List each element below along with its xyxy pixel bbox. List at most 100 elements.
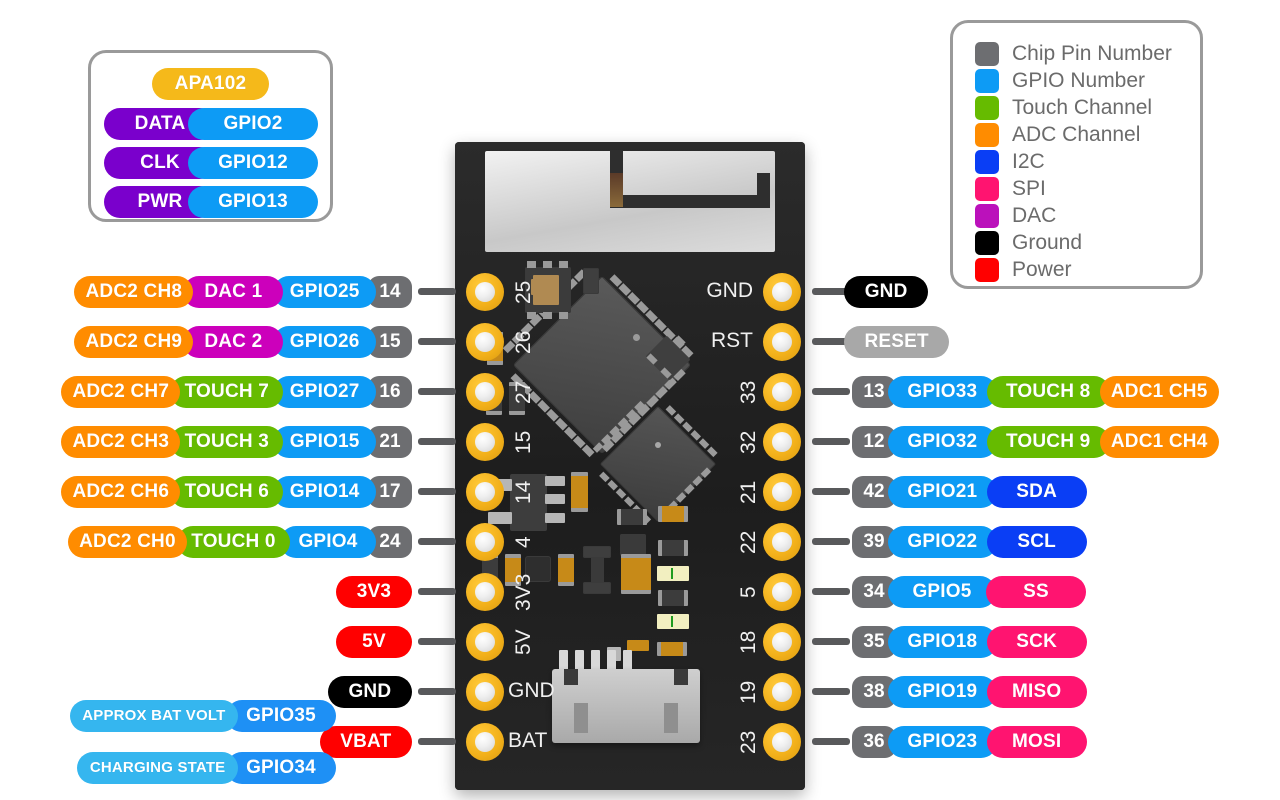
apa102-gpio-gpio13: GPIO13: [188, 186, 318, 218]
func-scl: SCL: [986, 526, 1087, 558]
pad-left-GND[interactable]: [466, 673, 504, 711]
legend-label: Power: [1012, 258, 1072, 281]
pad-right-21[interactable]: [763, 473, 801, 511]
pad-right-32[interactable]: [763, 423, 801, 461]
label-power-vbat: VBAT: [319, 726, 412, 758]
lead-left-7: [418, 638, 456, 645]
lead-left-5: [418, 538, 456, 545]
gpio-gpio33: GPIO33: [888, 376, 997, 408]
pad-left-4[interactable]: [466, 523, 504, 561]
silk-right-5: 5: [737, 586, 760, 598]
silk-left-3V3: 3V3: [512, 573, 535, 611]
func-touch-7: TOUCH 7: [170, 376, 284, 408]
label-power-5v: 5V: [336, 626, 412, 658]
func-touch-9: TOUCH 9: [986, 426, 1110, 458]
gpio-gpio27: GPIO27: [273, 376, 376, 408]
adc-adc2-ch6: ADC2 CH6: [61, 476, 181, 508]
gpio-gpio4: GPIO4: [280, 526, 376, 558]
silk-right-RST: RST: [711, 329, 753, 352]
adc-adc2-ch9: ADC2 CH9: [74, 326, 194, 358]
pad-left-BAT[interactable]: [466, 723, 504, 761]
pad-right-18[interactable]: [763, 623, 801, 661]
silk-left-14: 14: [512, 480, 535, 504]
legend-item-ground: Ground: [975, 230, 1082, 256]
lead-right-9: [812, 738, 850, 745]
pad-right-RST[interactable]: [763, 323, 801, 361]
lead-left-3: [418, 438, 456, 445]
label-reset: RESET: [844, 326, 950, 358]
pad-right-19[interactable]: [763, 673, 801, 711]
pad-left-27[interactable]: [466, 373, 504, 411]
silk-right-22: 22: [737, 530, 760, 554]
silk-left-4: 4: [512, 536, 535, 548]
legend-swatch-spi: [975, 177, 999, 201]
gpio-gpio21: GPIO21: [888, 476, 997, 508]
battery-gpio-gpio35: GPIO35: [226, 700, 336, 732]
func-sck: SCK: [986, 626, 1087, 658]
silk-right-18: 18: [737, 630, 760, 654]
silk-left-27: 27: [512, 380, 535, 404]
lead-right-4: [812, 488, 850, 495]
adc-adc1-ch4: ADC1 CH4: [1099, 426, 1219, 458]
legend-item-dac: DAC: [975, 203, 1056, 229]
legend-swatch-power: [975, 258, 999, 282]
func-mosi: MOSI: [986, 726, 1087, 758]
func-touch-8: TOUCH 8: [986, 376, 1110, 408]
apa102-gpio-gpio12: GPIO12: [188, 147, 318, 179]
legend-label: SPI: [1012, 177, 1046, 200]
apa102-title: APA102: [151, 68, 270, 100]
lead-left-1: [418, 338, 456, 345]
battery-desc-top: APPROX BAT VOLT: [69, 700, 238, 732]
lead-right-6: [812, 588, 850, 595]
silk-right-19: 19: [737, 680, 760, 704]
adc-adc2-ch7: ADC2 CH7: [61, 376, 181, 408]
adc-adc2-ch0: ADC2 CH0: [67, 526, 187, 558]
func-touch-0: TOUCH 0: [176, 526, 290, 558]
gpio-gpio18: GPIO18: [888, 626, 997, 658]
lead-right-8: [812, 688, 850, 695]
battery-desc-bottom: CHARGING STATE: [77, 752, 238, 784]
pad-left-3V3[interactable]: [466, 573, 504, 611]
pad-left-5V[interactable]: [466, 623, 504, 661]
pad-left-14[interactable]: [466, 473, 504, 511]
silk-right-GND: GND: [706, 279, 753, 302]
silk-left-BAT: BAT: [508, 729, 548, 752]
gpio-gpio32: GPIO32: [888, 426, 997, 458]
pinout-diagram: APA102 DATA GPIO2 CLK GPIO12 PWR GPIO13 Chip P…: [0, 0, 1280, 800]
silk-right-33: 33: [737, 380, 760, 404]
silk-right-21: 21: [737, 480, 760, 504]
gpio-gpio26: GPIO26: [273, 326, 376, 358]
micro-usb-connector[interactable]: [552, 669, 700, 743]
lead-right-2: [812, 388, 850, 395]
func-dac-1: DAC 1: [183, 276, 284, 308]
lead-left-6: [418, 588, 456, 595]
lead-right-7: [812, 638, 850, 645]
legend-label: Ground: [1012, 231, 1083, 254]
func-miso: MISO: [986, 676, 1087, 708]
legend-label: ADC Channel: [1012, 123, 1141, 146]
esp32-board: 25 26 27 15 14 4 3V3 5V GND BAT GND RST 33 32 21 22 5 18…: [455, 142, 805, 790]
label-power-gnd: GND: [327, 676, 412, 708]
battery-gpio-gpio34: GPIO34: [226, 752, 336, 784]
func-dac-2: DAC 2: [183, 326, 284, 358]
silk-left-25: 25: [512, 280, 535, 304]
pad-right-5[interactable]: [763, 573, 801, 611]
status-led-1: [657, 566, 689, 581]
pad-right-23[interactable]: [763, 723, 801, 761]
func-sda: SDA: [986, 476, 1087, 508]
pad-left-25[interactable]: [466, 273, 504, 311]
gpio-gpio15: GPIO15: [273, 426, 376, 458]
gpio-gpio25: GPIO25: [273, 276, 376, 308]
func-touch-6: TOUCH 6: [170, 476, 284, 508]
pad-left-15[interactable]: [466, 423, 504, 461]
legend-label: I2C: [1012, 150, 1045, 173]
pad-right-33[interactable]: [763, 373, 801, 411]
legend-item-spi: SPI: [975, 176, 1046, 202]
pad-left-26[interactable]: [466, 323, 504, 361]
pad-right-GND[interactable]: [763, 273, 801, 311]
gpio-gpio5: GPIO5: [888, 576, 996, 608]
pad-right-22[interactable]: [763, 523, 801, 561]
lead-left-2: [418, 388, 456, 395]
gpio-gpio19: GPIO19: [888, 676, 997, 708]
legend-swatch-touch-channel: [975, 96, 999, 120]
